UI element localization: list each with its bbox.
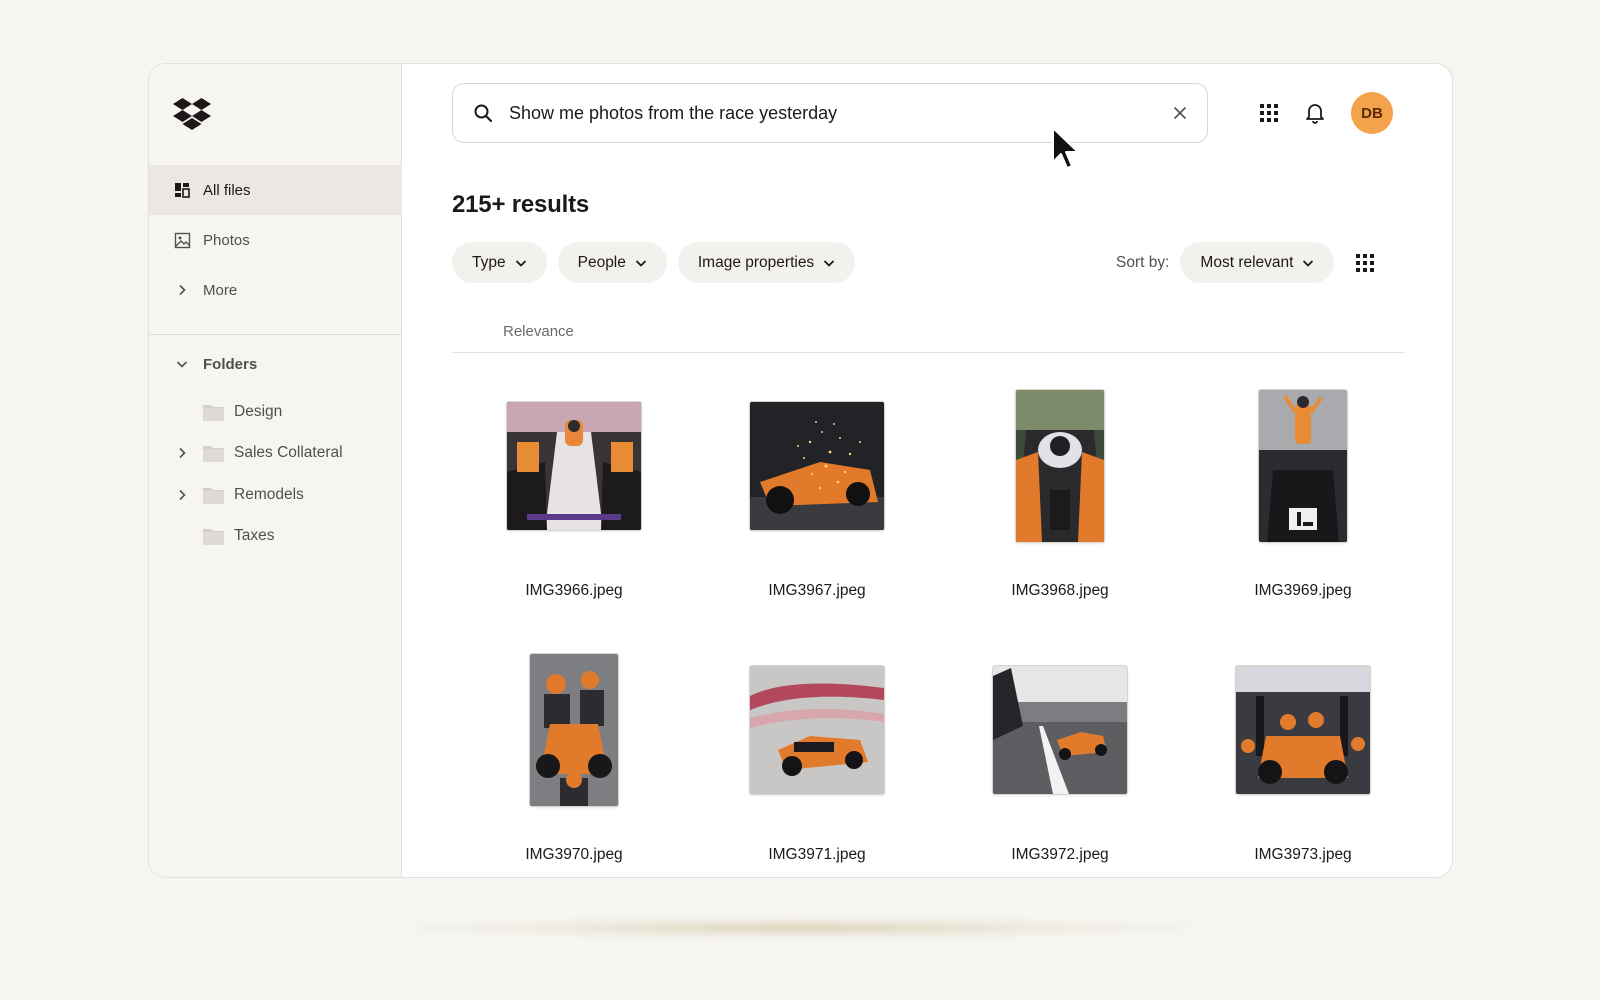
sort-dropdown[interactable]: Most relevant xyxy=(1180,242,1335,283)
mouse-cursor-icon xyxy=(1052,127,1079,169)
results-count-heading: 215+ results xyxy=(452,191,590,218)
filter-people-dropdown[interactable]: People xyxy=(557,242,667,283)
file-name: IMG3973.jpeg xyxy=(1254,846,1352,863)
file-name: IMG3970.jpeg xyxy=(525,846,623,863)
photo-icon xyxy=(173,231,191,249)
sidebar-item-label: All files xyxy=(203,181,251,199)
sort-controls: Sort by: Most relevant xyxy=(1116,242,1376,283)
folder-item-design[interactable]: Design xyxy=(173,391,393,433)
file-thumbnail xyxy=(529,653,619,807)
window-shadow xyxy=(380,915,1220,941)
bell-icon[interactable] xyxy=(1303,101,1327,125)
folders-section-toggle[interactable]: Folders xyxy=(173,349,257,379)
file-name: IMG3969.jpeg xyxy=(1254,582,1352,599)
search-input[interactable] xyxy=(509,102,1169,124)
chevron-right-icon[interactable] xyxy=(173,444,191,462)
sort-value: Most relevant xyxy=(1200,253,1294,271)
folder-label: Taxes xyxy=(234,527,275,545)
folder-item-remodels[interactable]: Remodels xyxy=(173,474,393,516)
file-tile[interactable]: IMG3969.jpeg xyxy=(1181,386,1425,626)
dropbox-logo[interactable] xyxy=(173,98,211,130)
chevron-right-icon xyxy=(173,281,191,299)
main-content: DB 215+ results Type People Image proper… xyxy=(402,64,1452,877)
app-window: All files Photos More Folders Design Sal… xyxy=(148,63,1453,878)
app-grid-icon[interactable] xyxy=(1257,101,1281,125)
file-tile[interactable]: IMG3971.jpeg xyxy=(695,650,939,877)
folder-icon xyxy=(203,446,224,463)
file-thumbnail xyxy=(992,665,1128,795)
folder-icon xyxy=(203,487,224,504)
file-thumbnail xyxy=(1235,665,1371,795)
folders-heading: Folders xyxy=(203,355,258,373)
column-header-row: Relevance xyxy=(452,309,1405,353)
folder-icon xyxy=(203,404,224,421)
file-tile[interactable]: IMG3967.jpeg xyxy=(695,386,939,626)
chevron-down-icon xyxy=(1302,257,1314,269)
filter-image-properties-dropdown[interactable]: Image properties xyxy=(677,242,856,283)
sidebar: All files Photos More Folders Design Sal… xyxy=(149,64,402,877)
folder-label: Design xyxy=(234,402,283,420)
sidebar-item-label: More xyxy=(203,281,238,299)
file-name: IMG3967.jpeg xyxy=(768,582,866,599)
folder-label: Remodels xyxy=(234,485,304,503)
file-name: IMG3971.jpeg xyxy=(768,846,866,863)
chevron-down-icon xyxy=(823,257,835,269)
sidebar-item-more[interactable]: More xyxy=(149,265,402,315)
folder-label: Sales Collateral xyxy=(234,444,343,462)
file-tile[interactable]: IMG3973.jpeg xyxy=(1181,650,1425,877)
file-tile[interactable]: IMG3968.jpeg xyxy=(938,386,1182,626)
all-files-icon xyxy=(173,181,191,199)
file-tile[interactable]: IMG3966.jpeg xyxy=(452,386,696,626)
file-tile[interactable]: IMG3972.jpeg xyxy=(938,650,1182,877)
sidebar-item-label: Photos xyxy=(203,231,250,249)
folder-tree: Design Sales Collateral Remodels Taxes xyxy=(173,391,393,557)
header-actions: DB xyxy=(1257,92,1393,134)
file-thumbnail xyxy=(1015,389,1105,543)
filter-label: People xyxy=(577,253,626,271)
avatar[interactable]: DB xyxy=(1351,92,1393,134)
folder-item-sales-collateral[interactable]: Sales Collateral xyxy=(173,433,393,475)
search-icon xyxy=(471,101,495,125)
file-name: IMG3972.jpeg xyxy=(1011,846,1109,863)
file-thumbnail xyxy=(749,401,885,531)
filter-label: Image properties xyxy=(697,253,815,271)
grid-view-icon[interactable] xyxy=(1354,252,1376,274)
file-tile[interactable]: IMG3970.jpeg xyxy=(452,650,696,877)
file-thumbnail xyxy=(1258,389,1348,543)
sidebar-item-all-files[interactable]: All files xyxy=(149,165,402,215)
chevron-down-icon xyxy=(635,257,647,269)
folder-icon xyxy=(203,529,224,546)
sidebar-nav: All files Photos More xyxy=(149,165,402,315)
file-thumbnail xyxy=(749,665,885,795)
close-icon[interactable] xyxy=(1169,102,1191,124)
sidebar-divider xyxy=(149,334,402,335)
chevron-down-icon xyxy=(173,355,191,373)
relevance-column-header[interactable]: Relevance xyxy=(503,323,574,340)
chevron-right-icon[interactable] xyxy=(173,486,191,504)
filter-bar: Type People Image properties xyxy=(452,242,866,283)
file-thumbnail xyxy=(506,401,642,531)
filter-type-dropdown[interactable]: Type xyxy=(452,242,547,283)
search-bar[interactable] xyxy=(452,83,1208,143)
chevron-down-icon xyxy=(515,257,527,269)
filter-label: Type xyxy=(472,253,506,271)
file-name: IMG3966.jpeg xyxy=(525,582,623,599)
sort-label: Sort by: xyxy=(1116,253,1170,271)
sidebar-item-photos[interactable]: Photos xyxy=(149,215,402,265)
file-name: IMG3968.jpeg xyxy=(1011,582,1109,599)
folder-item-taxes[interactable]: Taxes xyxy=(173,516,393,558)
